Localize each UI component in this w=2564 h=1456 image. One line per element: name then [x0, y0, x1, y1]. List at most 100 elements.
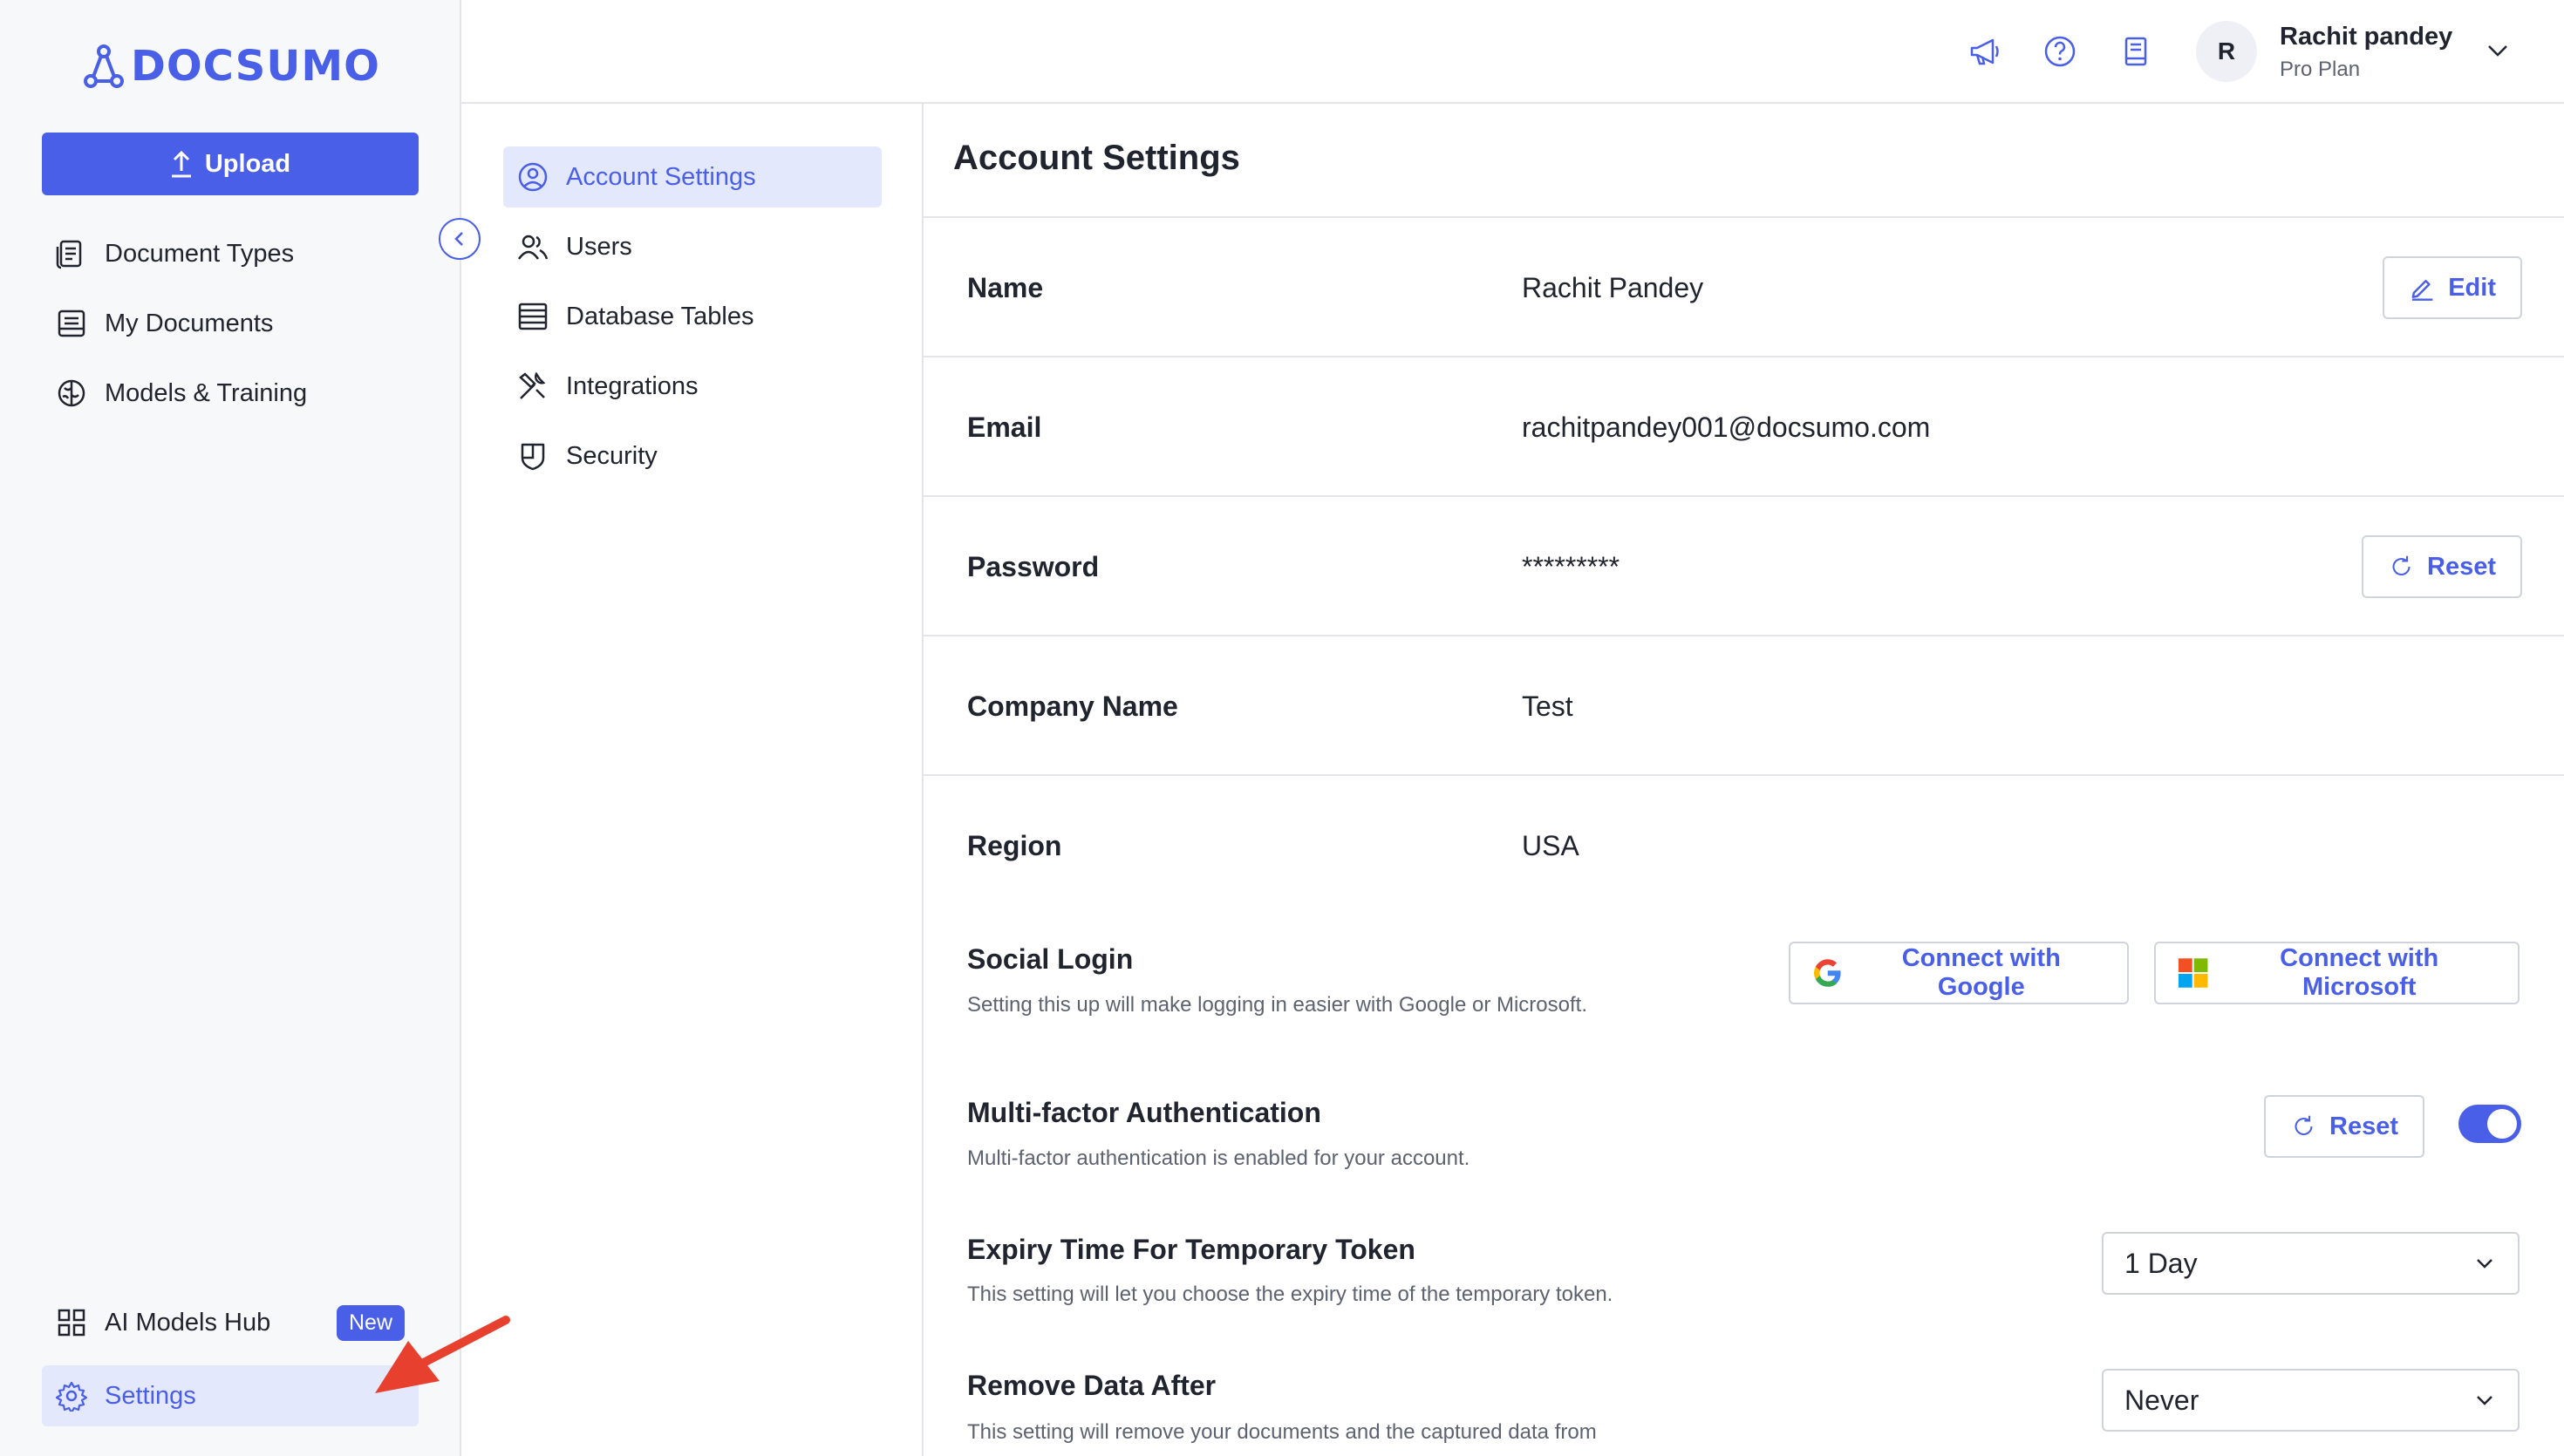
sidebar-item-models-training[interactable]: Models & Training	[42, 363, 419, 424]
sidebar-item-label: Models & Training	[105, 378, 308, 407]
left-sidebar: DOCSUMO Upload Document Types My Documen…	[0, 0, 461, 1456]
social-login-desc: Setting this up will make logging in eas…	[967, 993, 1587, 1017]
microsoft-label: Connect with Microsoft	[2280, 944, 2439, 1001]
upload-button[interactable]: Upload	[42, 133, 419, 195]
mfa-title: Multi-factor Authentication	[967, 1097, 1321, 1128]
logo-icon	[84, 44, 124, 88]
pencil-icon	[2411, 279, 2433, 301]
settings-nav-label: Users	[566, 232, 632, 261]
expiry-desc: This setting will let you choose the exp…	[967, 1283, 1613, 1306]
google-label: Connect with Google	[1901, 944, 2061, 1001]
reset-password-button[interactable]: Reset	[2362, 535, 2522, 598]
upload-label: Upload	[204, 149, 291, 178]
user-menu-button[interactable]	[2484, 37, 2512, 69]
reset-mfa-button[interactable]: Reset	[2264, 1095, 2424, 1158]
password-value: *********	[1522, 550, 1620, 582]
collapse-sidebar-button[interactable]	[439, 218, 481, 260]
chevron-down-icon	[2477, 1396, 2492, 1405]
settings-nav-users[interactable]: Users	[503, 216, 882, 277]
document-types-icon	[56, 240, 82, 269]
settings-nav-account-settings[interactable]: Account Settings	[503, 146, 882, 208]
settings-nav-database-tables[interactable]: Database Tables	[503, 286, 882, 347]
docs-button[interactable]	[2116, 31, 2156, 71]
chevron-down-icon	[2477, 1259, 2492, 1269]
reset-label: Reset	[2427, 552, 2496, 581]
remove-data-select[interactable]: Never	[2102, 1369, 2520, 1432]
sidebar-item-my-documents[interactable]: My Documents	[42, 293, 419, 354]
help-button[interactable]	[2040, 31, 2080, 71]
region-value: USA	[1522, 829, 1579, 861]
region-row: Region USA	[924, 774, 2564, 914]
shield-icon	[521, 443, 545, 471]
expiry-value: 1 Day	[2124, 1247, 2198, 1279]
connect-microsoft-button[interactable]: Connect with Microsoft	[2154, 942, 2520, 1004]
sidebar-item-label: Document Types	[105, 239, 295, 268]
password-row: Password ********* Reset	[924, 495, 2564, 635]
announcements-button[interactable]	[1964, 31, 2004, 71]
expiry-title: Expiry Time For Temporary Token	[967, 1234, 1415, 1265]
email-label: Email	[967, 411, 1042, 443]
settings-nav-label: Security	[566, 441, 658, 470]
edit-name-button[interactable]: Edit	[2383, 256, 2522, 319]
password-label: Password	[967, 550, 1100, 582]
docsumo-logo[interactable]: DOCSUMO	[84, 40, 380, 92]
company-value: Test	[1522, 690, 1573, 722]
remove-data-title: Remove Data After	[967, 1370, 1217, 1401]
users-icon	[517, 235, 549, 260]
table-icon	[518, 303, 548, 330]
sidebar-item-settings[interactable]: Settings	[42, 1365, 419, 1426]
help-icon	[2044, 36, 2076, 67]
chevron-left-icon	[454, 232, 463, 246]
annotation-arrow-icon	[375, 1316, 510, 1393]
settings-nav-security[interactable]: Security	[503, 425, 882, 486]
user-circle-icon	[518, 162, 548, 192]
tools-icon	[519, 371, 546, 399]
settings-nav: Account Settings Users Database Tables I…	[461, 104, 924, 1456]
book-icon	[2124, 37, 2147, 66]
user-avatar[interactable]: R	[2196, 21, 2257, 82]
account-settings-panel: Account Settings Name Rachit Pandey Edit…	[924, 104, 2564, 1456]
edit-label: Edit	[2448, 273, 2496, 302]
sidebar-item-label: AI Models Hub	[105, 1308, 271, 1337]
refresh-icon	[2295, 1115, 2313, 1135]
upload-icon	[171, 150, 191, 178]
refresh-icon	[2392, 555, 2411, 575]
microsoft-icon	[2178, 958, 2208, 988]
connect-google-button[interactable]: Connect with Google	[1789, 942, 2129, 1004]
settings-nav-label: Integrations	[566, 371, 699, 400]
social-login-title: Social Login	[967, 943, 1134, 975]
mfa-toggle[interactable]	[2458, 1105, 2521, 1143]
google-icon	[1813, 959, 1841, 987]
mfa-desc: Multi-factor authentication is enabled f…	[967, 1146, 1470, 1170]
name-row: Name Rachit Pandey Edit	[924, 216, 2564, 356]
settings-nav-label: Database Tables	[566, 302, 754, 330]
email-value: rachitpandey001@docsumo.com	[1522, 411, 1931, 443]
megaphone-icon	[1970, 38, 1999, 65]
region-label: Region	[967, 829, 1062, 861]
remove-data-value: Never	[2124, 1384, 2199, 1416]
expiry-select[interactable]: 1 Day	[2102, 1232, 2520, 1295]
name-value: Rachit Pandey	[1522, 271, 1704, 303]
mfa-reset-label: Reset	[2329, 1112, 2398, 1140]
user-name: Rachit pandey	[2280, 23, 2453, 51]
chevron-down-icon	[2488, 45, 2507, 57]
sidebar-item-label: Settings	[105, 1381, 196, 1410]
brain-icon	[58, 379, 85, 407]
company-row: Company Name Test	[924, 635, 2564, 774]
top-header: R Rachit pandey Pro Plan	[461, 0, 2564, 104]
sidebar-item-document-types[interactable]: Document Types	[42, 223, 419, 284]
logo-text: DOCSUMO	[131, 42, 380, 91]
sidebar-item-label: My Documents	[105, 309, 274, 337]
company-label: Company Name	[967, 690, 1178, 722]
grid-icon	[58, 1309, 85, 1337]
user-plan: Pro Plan	[2280, 58, 2361, 81]
name-label: Name	[967, 271, 1044, 303]
gear-icon	[56, 1381, 87, 1412]
page-title: Account Settings	[953, 139, 1240, 177]
sidebar-item-ai-models-hub[interactable]: AI Models Hub New	[42, 1292, 419, 1353]
settings-nav-integrations[interactable]: Integrations	[503, 356, 882, 417]
email-row: Email rachitpandey001@docsumo.com	[924, 356, 2564, 495]
my-documents-icon	[58, 310, 85, 337]
settings-nav-label: Account Settings	[566, 162, 756, 191]
remove-data-desc: This setting will remove your documents …	[967, 1420, 1597, 1444]
